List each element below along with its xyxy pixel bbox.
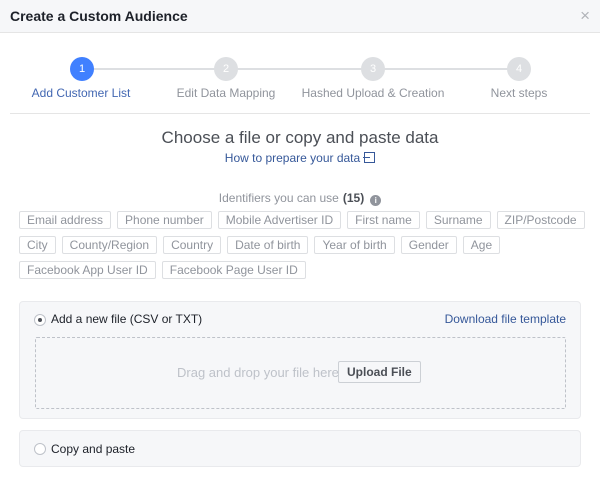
progress-stepper: 1 2 3 4 Add Customer List Edit Data Mapp…	[0, 55, 600, 105]
identifier-tag: Country	[163, 236, 222, 254]
step-2-label: Edit Data Mapping	[176, 86, 276, 100]
identifier-tag: City	[19, 236, 56, 254]
step-3-label: Hashed Upload & Creation	[301, 86, 445, 100]
external-link-icon	[363, 152, 376, 163]
tag-row: City County/Region Country Date of birth…	[19, 236, 559, 254]
step-3-circle: 3	[361, 57, 385, 81]
upload-file-button[interactable]: Upload File	[338, 361, 421, 383]
prepare-data-link-text[interactable]: How to prepare your data	[225, 151, 360, 165]
help-link-row: How to prepare your data	[0, 151, 600, 165]
tag-row: Facebook App User ID Facebook Page User …	[19, 261, 559, 279]
dialog-header: Create a Custom Audience ×	[0, 0, 600, 33]
identifier-tag: Date of birth	[227, 236, 309, 254]
identifier-tag: ZIP/Postcode	[496, 211, 585, 229]
upload-file-radio[interactable]	[34, 314, 46, 326]
identifier-tag: Gender	[400, 236, 457, 254]
copy-paste-option-label[interactable]: Copy and paste	[51, 442, 135, 456]
identifier-tag: Email address	[19, 211, 112, 229]
upload-file-panel: Add a new file (CSV or TXT) Download fil…	[19, 301, 581, 419]
identifier-tag: Surname	[425, 211, 491, 229]
identifier-tag: Phone number	[117, 211, 212, 229]
section-divider	[10, 113, 590, 114]
info-icon[interactable]: i	[370, 195, 382, 206]
dialog-title: Create a Custom Audience	[10, 8, 188, 24]
step-4-circle: 4	[507, 57, 531, 81]
step-1-circle: 1	[70, 57, 94, 81]
identifier-tag: Age	[462, 236, 501, 254]
identifier-tags: Email address Phone number Mobile Advert…	[19, 211, 585, 286]
identifiers-heading: Identifiers you can use (15) i	[0, 191, 600, 206]
identifier-tag: County/Region	[61, 236, 158, 254]
identifier-tag: First name	[347, 211, 420, 229]
step-2-circle: 2	[214, 57, 238, 81]
download-template-link[interactable]: Download file template	[445, 312, 566, 326]
identifier-tag: Facebook App User ID	[19, 261, 156, 279]
identifier-tag: Year of birth	[314, 236, 395, 254]
dropzone-text: Drag and drop your file here or	[177, 365, 355, 380]
step-connector	[82, 68, 516, 70]
upload-file-option-label[interactable]: Add a new file (CSV or TXT)	[51, 312, 202, 326]
step-1-label: Add Customer List	[31, 86, 131, 100]
prepare-data-link[interactable]: How to prepare your data	[225, 151, 376, 165]
identifiers-count: (15)	[342, 191, 365, 205]
copy-paste-radio[interactable]	[34, 443, 46, 455]
page-title: Choose a file or copy and paste data	[161, 128, 439, 147]
step-4-label: Next steps	[490, 86, 548, 100]
file-dropzone[interactable]: Drag and drop your file here or Upload F…	[35, 337, 566, 409]
identifier-tag: Facebook Page User ID	[161, 261, 306, 279]
identifier-tag: Mobile Advertiser ID	[217, 211, 342, 229]
identifiers-label: Identifiers you can use	[218, 191, 339, 205]
copy-paste-panel: Copy and paste	[19, 430, 581, 467]
close-icon[interactable]: ×	[580, 6, 590, 26]
tag-row: Email address Phone number Mobile Advert…	[19, 211, 585, 229]
